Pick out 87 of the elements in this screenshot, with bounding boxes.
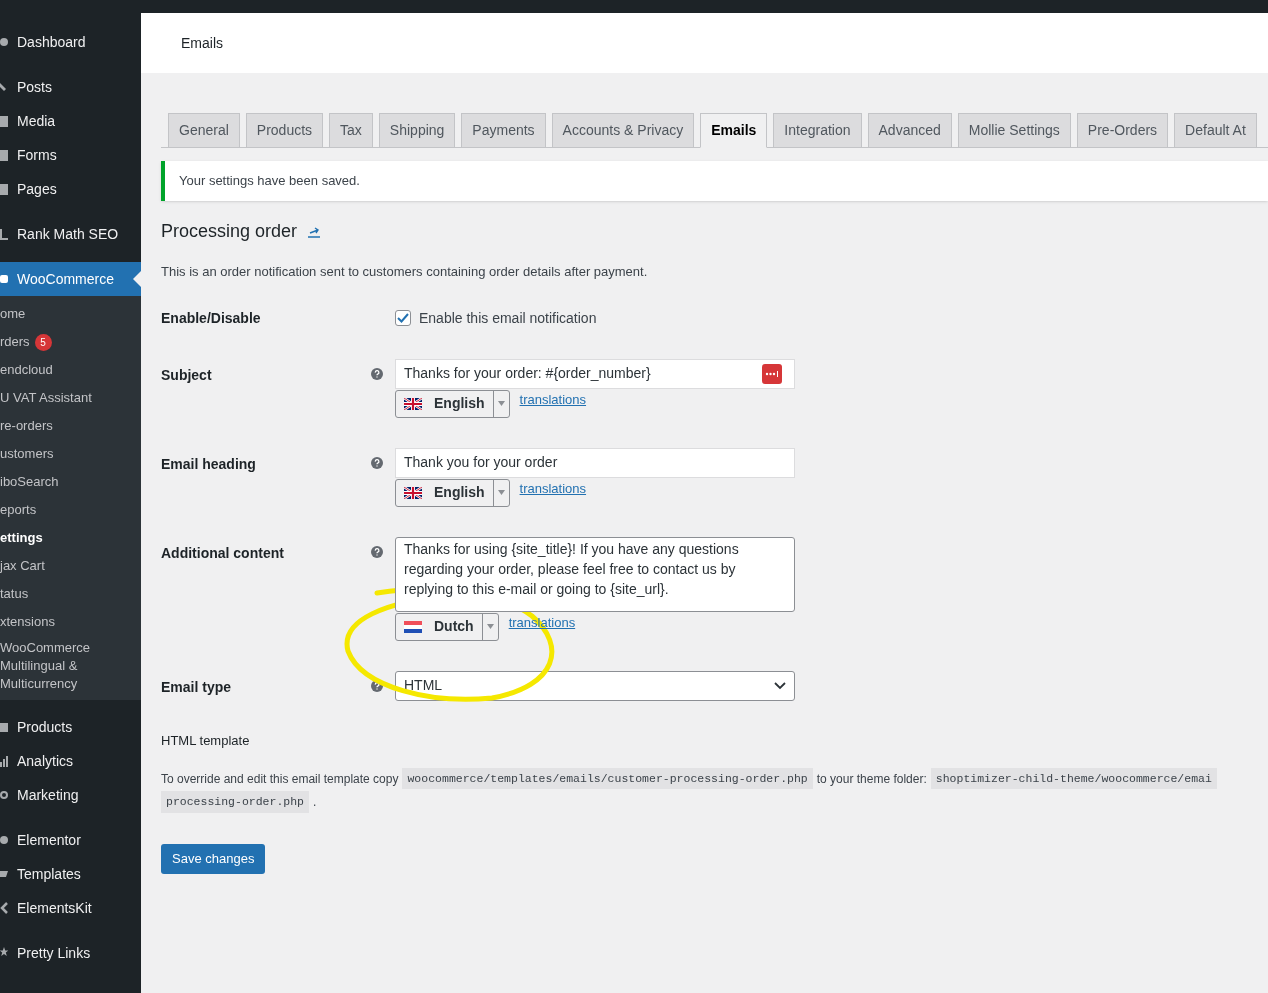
section-description: This is an order notification sent to customers containing order details after payment. — [161, 263, 649, 281]
field-label: Email type — [161, 677, 233, 697]
template-instructions: To override and edit this email template copy — [161, 770, 399, 788]
checkbox[interactable] — [395, 310, 411, 326]
help-icon[interactable] — [371, 367, 383, 380]
textarea-field[interactable]: Thanks for using {site_title}! If you have any questions regarding your order, please feel free to contact us by replying to this e-mail or going to {site_url}. — [395, 536, 795, 612]
settings-tab[interactable]: Shipping — [378, 113, 456, 148]
sidebar-menu-item[interactable]: Dashboard — [17, 31, 86, 53]
submenu-item[interactable]: ustomers — [0, 445, 64, 463]
box-icon — [0, 721, 8, 733]
settings-tab[interactable]: Default At — [1174, 113, 1257, 148]
field-label: Enable/Disable — [161, 308, 262, 328]
file-path: shoptimizer-child-theme/woocommerce/emai — [930, 768, 1217, 790]
sidebar-menu-item[interactable]: Forms — [17, 144, 57, 166]
settings-tab[interactable]: Integration — [773, 113, 862, 148]
help-icon[interactable] — [371, 456, 383, 469]
caret-icon — [486, 624, 494, 629]
settings-tab[interactable]: Tax — [329, 113, 373, 148]
help-icon[interactable] — [371, 679, 383, 692]
settings-tab[interactable]: Accounts & Privacy — [551, 113, 695, 148]
section-title: Processing order — [161, 220, 298, 243]
language-dropdown[interactable]: English — [395, 389, 510, 418]
field-label: Additional content — [161, 543, 285, 563]
sidebar-menu-item[interactable]: Posts — [17, 76, 52, 98]
sidebar-menu-item[interactable]: Analytics — [17, 750, 74, 772]
submenu-item[interactable]: endcloud — [0, 361, 63, 379]
settings-tab[interactable]: Pre-Orders — [1076, 113, 1169, 148]
count-badge: 5 — [34, 333, 52, 351]
help-icon[interactable] — [371, 545, 383, 558]
submenu-item[interactable]: re-orders — [0, 417, 63, 435]
caret-icon — [497, 490, 505, 495]
sidebar-menu-item[interactable]: Pretty Links — [17, 942, 91, 964]
submenu-item[interactable]: U VAT Assistant — [0, 389, 102, 407]
chevron-down-icon — [774, 681, 786, 690]
sidebar-menu-item[interactable]: Media — [17, 110, 56, 132]
sidebar-menu-item[interactable]: Pages — [17, 178, 57, 200]
submenu-item[interactable]: eports — [0, 501, 47, 519]
translations-link[interactable]: translations — [519, 478, 587, 498]
file-path: processing-order.php — [161, 791, 310, 813]
tricolour-flag-icon — [404, 620, 422, 633]
settings-tab[interactable]: Payments — [461, 113, 546, 148]
template-instructions: to your theme folder: — [816, 770, 927, 788]
template-heading: HTML template — [161, 731, 251, 750]
file-path: woocommerce/templates/emails/customer-processing-order.php — [402, 768, 813, 790]
sidebar-menu-item[interactable]: Marketing — [17, 784, 79, 806]
language-dropdown[interactable]: English — [395, 478, 510, 507]
submenu-item[interactable]: ome — [0, 305, 36, 323]
chevron-icon — [0, 902, 8, 914]
password-manager-icon[interactable] — [762, 363, 782, 384]
back-link-icon[interactable] — [307, 225, 322, 238]
field-label: Email heading — [161, 454, 257, 474]
email-type-select[interactable]: HTML — [395, 670, 795, 701]
ring-icon — [0, 789, 8, 801]
save-changes-button[interactable]: Save changes — [161, 843, 266, 874]
success-notice: Your settings have been saved. — [179, 172, 360, 191]
page-title: Emails — [181, 33, 223, 53]
submenu-item[interactable]: WooCommerce Multilingual & Multicurrency — [0, 639, 141, 693]
submenu-item[interactable]: iboSearch — [0, 473, 69, 491]
settings-tab[interactable]: General — [168, 113, 240, 148]
settings-tab[interactable]: Mollie Settings — [957, 113, 1071, 148]
text-input-field[interactable]: Thanks for your order: #{order_number} — [395, 358, 795, 389]
sidebar-menu-item[interactable]: Rank Math SEO — [17, 223, 119, 245]
star-icon — [0, 947, 8, 959]
submenu-item[interactable]: tatus — [0, 585, 39, 603]
submenu-item[interactable]: xtensions — [0, 613, 65, 631]
settings-tab[interactable]: Products — [245, 113, 324, 148]
sidebar-menu-item[interactable]: ElementsKit — [17, 897, 92, 919]
settings-tab[interactable]: Advanced — [867, 113, 952, 148]
sidebar-menu-item[interactable]: Elementor — [17, 829, 81, 851]
checkbox-label: Enable this email notification — [419, 308, 597, 328]
translations-link[interactable]: translations — [519, 389, 587, 409]
union-flag-icon — [404, 397, 422, 410]
field-label: Subject — [161, 365, 213, 385]
menu-pointer — [133, 271, 141, 287]
settings-tab[interactable]: Emails — [700, 113, 768, 148]
submenu-item[interactable]: rders — [0, 333, 30, 351]
template-instructions: . — [313, 793, 317, 811]
submenu-item[interactable]: jax Cart — [0, 557, 55, 575]
text-input-field[interactable]: Thank you for your order — [395, 447, 795, 478]
language-dropdown[interactable]: Dutch — [395, 612, 499, 641]
submenu-item[interactable]: ettings — [0, 529, 53, 547]
sidebar-menu-item[interactable]: Templates — [17, 863, 81, 885]
union-flag-icon — [404, 486, 422, 499]
bar-chart-icon — [0, 755, 8, 767]
caret-icon — [497, 401, 505, 406]
circle-icon — [0, 834, 8, 846]
sidebar-menu-item[interactable]: Products — [17, 716, 73, 738]
